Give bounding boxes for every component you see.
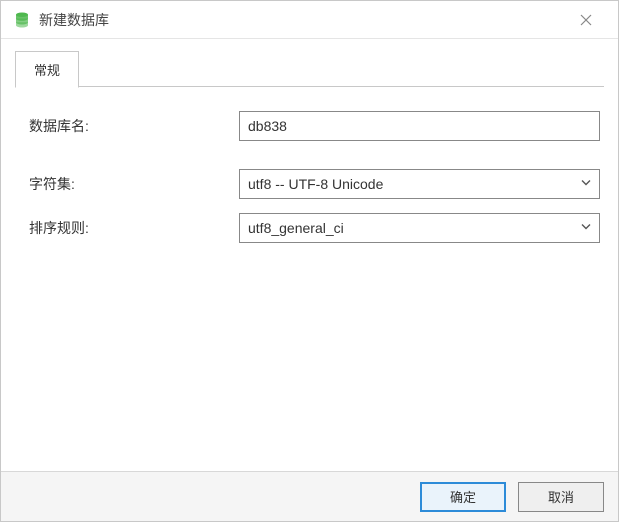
ok-button[interactable]: 确定 — [420, 482, 506, 512]
tab-underline — [15, 86, 604, 87]
dialog-footer: 确定 取消 — [1, 471, 618, 521]
dialog-title: 新建数据库 — [39, 10, 566, 30]
close-icon — [580, 14, 592, 26]
tab-general[interactable]: 常规 — [15, 51, 79, 88]
dialog-content: 数据库名: 字符集: 排序规则: — [1, 87, 618, 471]
row-collation: 排序规则: — [29, 213, 600, 243]
close-button[interactable] — [566, 1, 606, 39]
dbname-input[interactable] — [239, 111, 600, 141]
new-database-dialog: 新建数据库 常规 数据库名: 字符集: 排序规则: — [0, 0, 619, 522]
row-charset: 字符集: — [29, 169, 600, 199]
row-dbname: 数据库名: — [29, 111, 600, 141]
charset-label: 字符集: — [29, 174, 239, 194]
collation-label: 排序规则: — [29, 218, 239, 238]
tab-bar: 常规 — [1, 39, 618, 87]
titlebar: 新建数据库 — [1, 1, 618, 39]
charset-select[interactable] — [239, 169, 600, 199]
database-icon — [13, 11, 31, 29]
collation-select[interactable] — [239, 213, 600, 243]
dbname-label: 数据库名: — [29, 116, 239, 136]
cancel-button[interactable]: 取消 — [518, 482, 604, 512]
